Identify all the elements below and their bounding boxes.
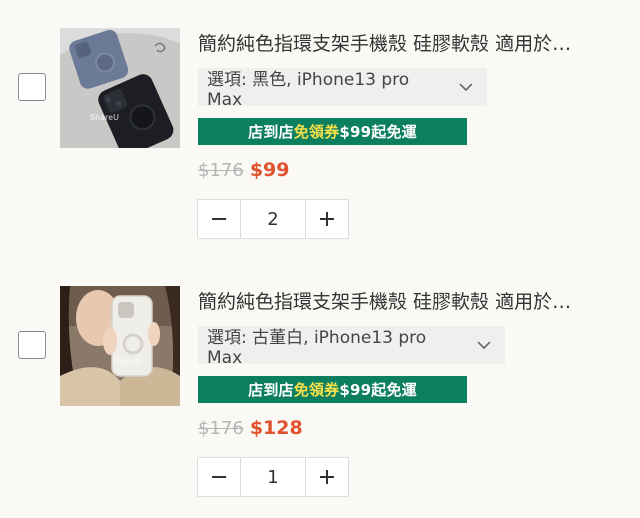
chevron-down-icon: [477, 341, 491, 350]
chevron-down-icon: [459, 83, 473, 92]
plus-icon: [320, 212, 334, 226]
item-select-checkbox[interactable]: [18, 331, 46, 359]
increment-button[interactable]: [306, 458, 348, 496]
promo-highlight: 免領券: [293, 123, 340, 141]
cart-item: ShareU 簡約純色指環支架手機殼 硅膠軟殼 適用於… 選項: 黑色, iPh…: [0, 20, 640, 260]
quantity-value[interactable]: 1: [240, 458, 306, 496]
variant-select[interactable]: 選項: 古董白, iPhone13 pro Max: [198, 326, 505, 368]
product-thumbnail[interactable]: ShareU: [60, 28, 180, 148]
sale-price: $128: [249, 417, 303, 439]
price-group: $176 $99: [198, 155, 289, 185]
promo-suffix: $99起免運: [339, 123, 417, 141]
promo-prefix: 店到店: [248, 123, 294, 141]
thumb-watermark: ShareU: [112, 357, 141, 366]
variant-select-label: 選項: 古董白, iPhone13 pro Max: [207, 327, 427, 368]
variant-select-label: 選項: 黑色, iPhone13 pro Max: [207, 69, 410, 110]
decrement-button[interactable]: [198, 200, 240, 238]
promo-suffix: $99起免運: [339, 381, 417, 399]
minus-icon: [212, 476, 226, 478]
promo-highlight: 免領券: [293, 381, 340, 399]
item-select-checkbox[interactable]: [18, 73, 46, 101]
minus-icon: [212, 218, 226, 220]
increment-button[interactable]: [306, 200, 348, 238]
promo-banner: 店到店 免領券 $99起免運: [198, 376, 467, 403]
sale-price: $99: [249, 159, 290, 181]
product-title[interactable]: 簡約純色指環支架手機殼 硅膠軟殼 適用於…: [198, 288, 623, 316]
quantity-value[interactable]: 2: [240, 200, 306, 238]
product-thumbnail[interactable]: ShareU: [60, 286, 180, 406]
variant-select[interactable]: 選項: 黑色, iPhone13 pro Max: [198, 68, 487, 110]
original-price: $176: [198, 417, 244, 439]
original-price: $176: [198, 159, 244, 181]
decrement-button[interactable]: [198, 458, 240, 496]
quantity-stepper: 2: [197, 199, 349, 239]
quantity-stepper: 1: [197, 457, 349, 497]
price-group: $176 $128: [198, 413, 303, 443]
promo-prefix: 店到店: [248, 381, 294, 399]
promo-banner: 店到店 免領券 $99起免運: [198, 118, 467, 145]
plus-icon: [320, 470, 334, 484]
product-title[interactable]: 簡約純色指環支架手機殼 硅膠軟殼 適用於…: [198, 30, 623, 58]
cart-item: ShareU 簡約純色指環支架手機殼 硅膠軟殼 適用於… 選項: 古董白, iP…: [0, 278, 640, 518]
thumb-watermark: ShareU: [90, 113, 119, 122]
